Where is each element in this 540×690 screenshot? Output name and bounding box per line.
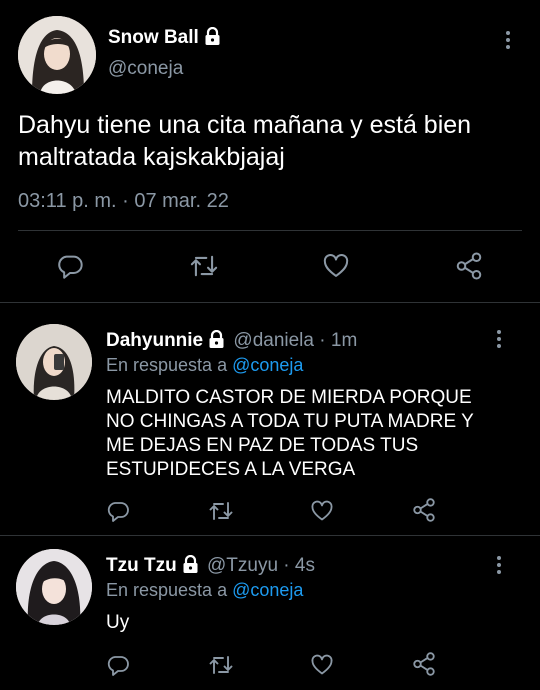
- reply-icon: [107, 502, 129, 522]
- more-icon[interactable]: [505, 31, 511, 52]
- reply-mention-link[interactable]: @coneja: [232, 580, 303, 600]
- retweet-button[interactable]: [206, 651, 236, 679]
- lock-icon: [182, 554, 199, 579]
- avatar[interactable]: [18, 16, 96, 94]
- like-icon: [311, 654, 333, 675]
- lock-icon: [208, 329, 225, 354]
- reply-mention-link[interactable]: @coneja: [232, 355, 303, 375]
- reply-text-line: MALDITO CASTOR DE MIERDA PORQUE: [106, 387, 472, 408]
- reply-icon: [58, 255, 83, 279]
- retweet-icon: [209, 656, 233, 674]
- share-button[interactable]: [451, 250, 487, 282]
- like-button[interactable]: [308, 497, 336, 525]
- author-name[interactable]: Tzu Tzu: [106, 555, 177, 576]
- like-button[interactable]: [318, 250, 354, 282]
- retweet-icon: [209, 502, 233, 520]
- reply-text-line: Uy: [106, 612, 130, 633]
- author-handle[interactable]: @Tzuyu: [207, 555, 278, 576]
- reply-time[interactable]: · 4s: [283, 555, 315, 576]
- lock-icon: [204, 26, 221, 51]
- reply-icon: [107, 656, 129, 676]
- author-handle[interactable]: @coneja: [108, 58, 183, 80]
- divider: [18, 230, 522, 231]
- reply-context: En respuesta a @coneja: [106, 580, 303, 601]
- tweet-text: Dahyu tiene una cita mañana y está bien …: [18, 109, 471, 173]
- share-icon: [413, 652, 435, 676]
- retweet-icon: [190, 255, 218, 277]
- tweet-timestamp[interactable]: 03:11 p. m. · 07 mar. 22: [18, 190, 229, 213]
- share-button[interactable]: [410, 650, 438, 678]
- reply-prefix: En respuesta a: [106, 355, 228, 375]
- reply-text-line: ME DEJAS EN PAZ DE TODAS TUS: [106, 435, 419, 456]
- reply-time[interactable]: · 1m: [319, 330, 357, 351]
- reply-text: Uy: [106, 611, 129, 635]
- more-icon[interactable]: [496, 556, 502, 577]
- share-icon: [456, 252, 482, 280]
- reply-context: En respuesta a @coneja: [106, 355, 303, 376]
- like-button[interactable]: [308, 651, 336, 679]
- reply-text-line: ESTUPIDECES A LA VERGA: [106, 459, 356, 480]
- avatar[interactable]: [16, 324, 92, 400]
- reply-header: Tzu Tzu @Tzuyu · 4s: [106, 554, 315, 579]
- author-name[interactable]: Dahyunnie: [106, 330, 203, 351]
- avatar[interactable]: [16, 549, 92, 625]
- retweet-button[interactable]: [186, 250, 222, 282]
- more-icon[interactable]: [496, 330, 502, 351]
- reply-button[interactable]: [104, 651, 132, 679]
- like-icon: [323, 254, 349, 277]
- reply-button[interactable]: [104, 497, 132, 525]
- reply-button[interactable]: [52, 250, 88, 282]
- tweet-text-line: maltratada kajskakbjajaj: [18, 143, 285, 171]
- divider: [0, 302, 540, 303]
- reply-text: MALDITO CASTOR DE MIERDA PORQUE NO CHING…: [106, 386, 474, 482]
- reply-header: Dahyunnie @daniela · 1m: [106, 329, 357, 354]
- author-name[interactable]: Snow Ball: [108, 26, 221, 51]
- reply-prefix: En respuesta a: [106, 580, 228, 600]
- like-icon: [311, 500, 333, 521]
- author-name-text[interactable]: Snow Ball: [108, 27, 199, 48]
- author-handle[interactable]: @daniela: [233, 330, 314, 351]
- divider: [0, 535, 540, 536]
- retweet-button[interactable]: [206, 497, 236, 525]
- tweet-text-line: Dahyu tiene una cita mañana y está bien: [18, 111, 472, 139]
- share-icon: [413, 498, 435, 522]
- share-button[interactable]: [410, 496, 438, 524]
- reply-text-line: NO CHINGAS A TODA TU PUTA MADRE Y: [106, 411, 474, 432]
